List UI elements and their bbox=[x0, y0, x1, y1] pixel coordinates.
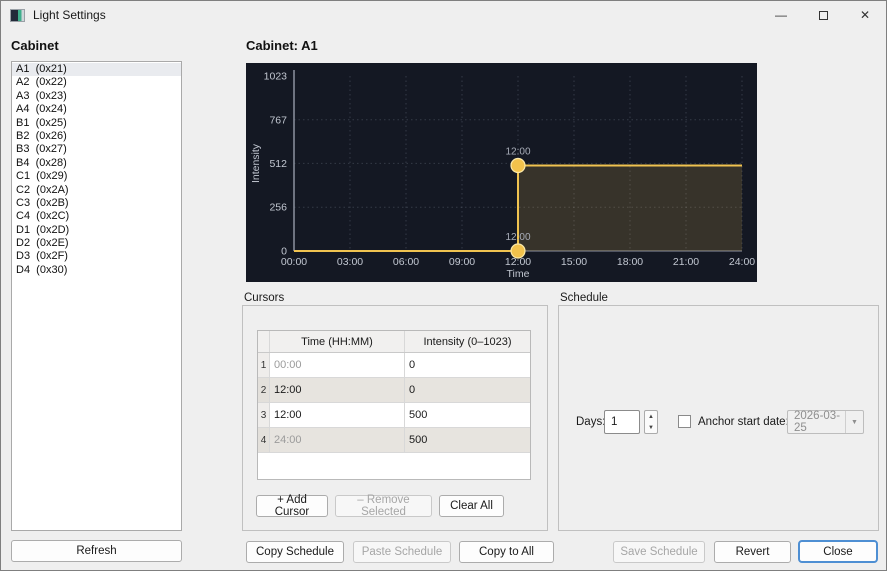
maximize-icon bbox=[818, 10, 828, 20]
copy-to-all-button[interactable]: Copy to All bbox=[459, 541, 554, 563]
cursor-time-cell[interactable]: 12:00 bbox=[270, 403, 405, 427]
cursor-time-cell[interactable]: 24:00 bbox=[270, 428, 405, 452]
intensity-chart[interactable]: 12:00 12:00 0 256 512 767 1023 00:00 03:00 06:00 0… bbox=[246, 63, 757, 282]
remove-selected-button[interactable]: – Remove Selected bbox=[335, 494, 432, 518]
days-spin-up-button[interactable]: ▲ bbox=[645, 411, 657, 422]
cabinet-list-item[interactable]: A3 (0x23) bbox=[12, 90, 181, 103]
row-number[interactable]: 3 bbox=[258, 403, 270, 427]
intensity-column-header: Intensity (0–1023) bbox=[423, 335, 512, 348]
dropdown-arrow-icon: ▼ bbox=[845, 411, 863, 433]
cabinet-list-item[interactable]: D4 (0x30) bbox=[12, 264, 181, 277]
close-window-button[interactable]: ✕ bbox=[844, 1, 886, 29]
paste-schedule-button[interactable]: Paste Schedule bbox=[353, 541, 451, 563]
cursor-intensity-cell[interactable]: 0 bbox=[405, 353, 530, 377]
svg-text:00:00: 00:00 bbox=[281, 256, 307, 268]
svg-text:24:00: 24:00 bbox=[729, 256, 755, 268]
table-row: 4 24:00 500 bbox=[258, 428, 530, 453]
svg-text:12:00: 12:00 bbox=[505, 232, 530, 243]
cabinet-list-item[interactable]: C1 (0x29) bbox=[12, 170, 181, 183]
svg-text:09:00: 09:00 bbox=[449, 256, 475, 268]
svg-text:1023: 1023 bbox=[264, 71, 288, 83]
window-title: Light Settings bbox=[33, 8, 106, 22]
page-title: Cabinet: A1 bbox=[246, 38, 318, 53]
table-row: 3 12:00 500 bbox=[258, 403, 530, 428]
cabinet-list-item[interactable]: B4 (0x28) bbox=[12, 157, 181, 170]
row-number-header bbox=[258, 331, 270, 352]
cabinet-list-item[interactable]: C3 (0x2B) bbox=[12, 197, 181, 210]
cursor-intensity-cell[interactable]: 500 bbox=[405, 403, 530, 427]
row-number[interactable]: 2 bbox=[258, 378, 270, 402]
cabinet-list-item[interactable]: A2 (0x22) bbox=[12, 76, 181, 89]
minimize-icon: — bbox=[775, 8, 787, 22]
svg-text:06:00: 06:00 bbox=[393, 256, 419, 268]
time-column-header: Time (HH:MM) bbox=[270, 331, 405, 352]
cabinet-list-item[interactable]: D2 (0x2E) bbox=[12, 237, 181, 250]
svg-text:256: 256 bbox=[269, 202, 287, 214]
clear-all-button[interactable]: Clear All bbox=[439, 495, 504, 517]
days-value: 1 bbox=[611, 416, 618, 428]
svg-text:512: 512 bbox=[269, 158, 287, 170]
svg-text:03:00: 03:00 bbox=[337, 256, 363, 268]
cursors-group-label: Cursors bbox=[244, 292, 285, 304]
cabinet-list-item[interactable]: B1 (0x25) bbox=[12, 117, 181, 130]
cabinet-list-item[interactable]: D1 (0x2D) bbox=[12, 224, 181, 237]
row-number[interactable]: 4 bbox=[258, 428, 270, 452]
close-button[interactable]: Close bbox=[798, 540, 878, 563]
cursor-table-header: Time (HH:MM) Intensity (0–1023) bbox=[258, 331, 530, 353]
schedule-group-label: Schedule bbox=[560, 292, 608, 304]
svg-text:15:00: 15:00 bbox=[561, 256, 587, 268]
row-number[interactable]: 1 bbox=[258, 353, 270, 377]
refresh-button[interactable]: Refresh bbox=[11, 540, 182, 562]
add-cursor-button[interactable]: + Add Cursor bbox=[256, 494, 328, 518]
intensity-chart-svg[interactable]: 12:0012:000256512767102300:00 03:00 06:00 0… bbox=[246, 63, 757, 282]
svg-text:767: 767 bbox=[269, 114, 287, 126]
cursor-table-body: 1 00:00 0 2 12:00 0 3 12:00 500 4 24:00 500 bbox=[258, 353, 530, 453]
cursor-intensity-cell[interactable]: 0 bbox=[405, 378, 530, 402]
svg-text:12:00: 12:00 bbox=[505, 256, 531, 268]
cursor-table[interactable]: Time (HH:MM) Intensity (0–1023) 1 00:00 0 2… bbox=[257, 330, 531, 480]
anchor-start-date-label: Anchor start date: bbox=[698, 416, 789, 428]
cabinet-list-item[interactable]: B2 (0x26) bbox=[12, 130, 181, 143]
close-icon: ✕ bbox=[859, 8, 871, 22]
anchor-date-picker[interactable]: 2026-03-25 ▼ bbox=[787, 410, 864, 434]
cursor-time-cell[interactable]: 12:00 bbox=[270, 378, 405, 402]
svg-text:Intensity: Intensity bbox=[250, 143, 262, 183]
days-spin-down-button[interactable]: ▼ bbox=[645, 422, 657, 433]
title-bar[interactable]: Light Settings bbox=[1, 1, 886, 29]
maximize-button[interactable] bbox=[802, 1, 844, 29]
days-label: Days: bbox=[576, 416, 606, 428]
cabinet-list-item[interactable]: D3 (0x2F) bbox=[12, 250, 181, 263]
app-icon bbox=[10, 8, 25, 22]
anchor-start-date-checkbox[interactable] bbox=[678, 415, 691, 428]
svg-text:12:00: 12:00 bbox=[505, 146, 530, 157]
cabinet-heading: Cabinet bbox=[11, 38, 59, 53]
cursor-intensity-cell[interactable]: 500 bbox=[405, 428, 530, 452]
table-row: 1 00:00 0 bbox=[258, 353, 530, 378]
cabinet-list-item[interactable]: A4 (0x24) bbox=[12, 103, 181, 116]
svg-text:21:00: 21:00 bbox=[673, 256, 699, 268]
cursor-time-cell[interactable]: 00:00 bbox=[270, 353, 405, 377]
days-spinner[interactable]: 1 bbox=[604, 410, 640, 434]
cabinet-list-item[interactable]: C2 (0x2A) bbox=[12, 184, 181, 197]
spin-up-icon: ▲ bbox=[648, 413, 654, 420]
svg-text:18:00: 18:00 bbox=[617, 256, 643, 268]
anchor-date-value: 2026-03-25 bbox=[794, 410, 841, 434]
table-row: 2 12:00 0 bbox=[258, 378, 530, 403]
spin-down-icon: ▼ bbox=[648, 424, 654, 431]
cabinet-list-item[interactable]: A1 (0x21) bbox=[12, 63, 181, 77]
cabinet-list-item[interactable]: B3 (0x27) bbox=[12, 143, 181, 156]
svg-text:Time: Time bbox=[507, 268, 530, 280]
copy-schedule-button[interactable]: Copy Schedule bbox=[246, 541, 344, 563]
cabinet-list-item[interactable]: C4 (0x2C) bbox=[12, 210, 181, 223]
save-schedule-button[interactable]: Save Schedule bbox=[613, 541, 705, 563]
revert-button[interactable]: Revert bbox=[714, 541, 791, 563]
minimize-button[interactable]: — bbox=[760, 1, 802, 29]
cursor-marker[interactable] bbox=[510, 157, 526, 174]
cabinet-list[interactable]: A1 (0x21) A2 (0x22) A3 (0x23) A4 (0x24) B1 (… bbox=[11, 61, 182, 531]
